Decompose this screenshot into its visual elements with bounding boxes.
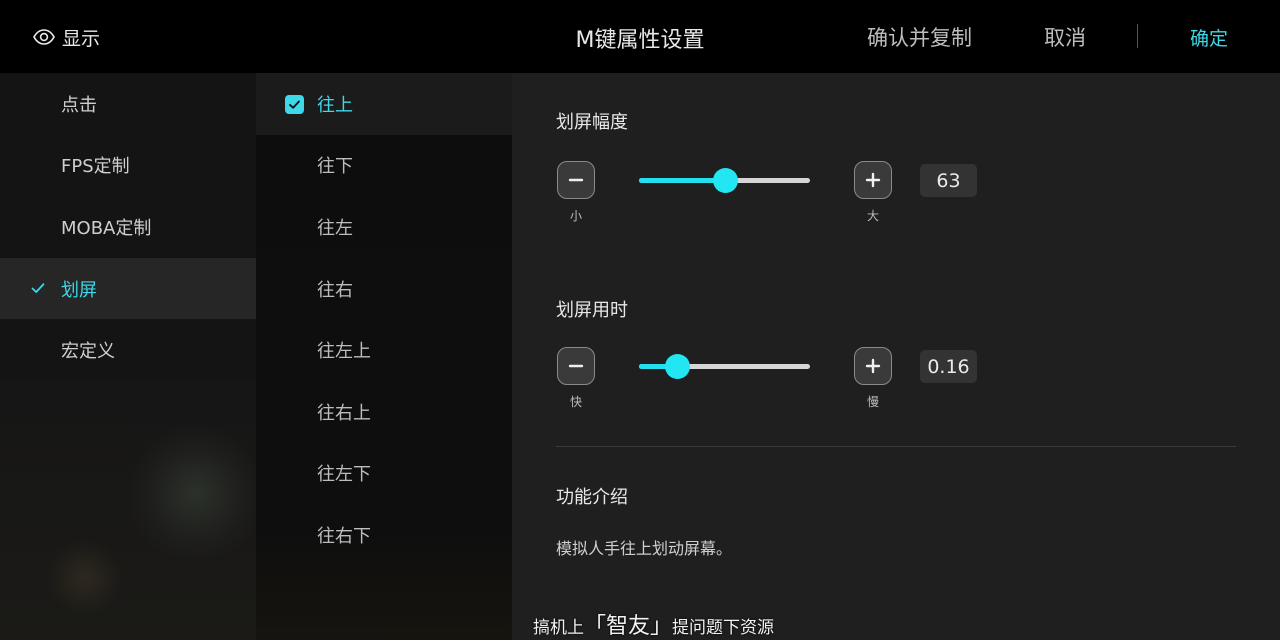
direction-item-down-left[interactable]: 往左下 — [256, 443, 512, 505]
category-item-swipe[interactable]: 划屏 — [0, 257, 256, 320]
intro-description: 模拟人手往上划动屏幕。 — [556, 539, 733, 558]
direction-label: 往右 — [317, 279, 353, 301]
top-bar: 显示 M键属性设置 确认并复制 取消 确定 — [0, 0, 1280, 73]
amplitude-min-caption: 小 — [569, 209, 582, 223]
show-toggle-button[interactable]: 显示 — [32, 22, 100, 52]
intro-heading: 功能介绍 — [556, 487, 628, 508]
watermark-suffix: 提问题下资源 — [672, 618, 775, 638]
plus-icon — [865, 172, 881, 188]
swipe-duration-label: 划屏用时 — [556, 300, 628, 321]
direction-item-up-right[interactable]: 往右上 — [256, 381, 512, 443]
category-label: 划屏 — [61, 279, 97, 301]
slider-fill — [639, 178, 725, 183]
category-label: 点击 — [61, 94, 97, 116]
checkbox-checked-icon — [285, 95, 304, 114]
minus-icon — [568, 364, 584, 368]
app-root: 显示 M键属性设置 确认并复制 取消 确定 点击 FPS定制 MOBA定制 划屏 — [0, 0, 1280, 640]
direction-label: 往右上 — [317, 402, 371, 424]
category-item-click[interactable]: 点击 — [0, 73, 256, 135]
duration-max-caption: 慢 — [866, 395, 879, 409]
direction-label: 往左 — [317, 217, 353, 239]
direction-item-down[interactable]: 往下 — [256, 135, 512, 197]
amplitude-value: 63 — [920, 164, 977, 197]
category-label: FPS定制 — [61, 156, 130, 178]
cancel-button[interactable]: 取消 — [1044, 22, 1086, 52]
category-label: 宏定义 — [61, 341, 115, 363]
slider-thumb[interactable] — [712, 168, 738, 193]
watermark-text: 搞机上「智友」提问题下资源 — [533, 608, 774, 640]
swipe-amplitude-label: 划屏幅度 — [556, 112, 628, 133]
duration-slider[interactable] — [639, 352, 810, 380]
category-item-fps[interactable]: FPS定制 — [0, 134, 256, 197]
confirm-and-copy-button[interactable]: 确认并复制 — [867, 22, 972, 52]
direction-label: 往左下 — [317, 464, 371, 486]
direction-item-left[interactable]: 往左 — [256, 196, 512, 258]
watermark-prefix: 搞机上 — [533, 618, 584, 638]
watermark-brand: 「智友」 — [584, 614, 673, 639]
category-label: MOBA定制 — [61, 217, 152, 239]
eye-icon — [33, 29, 55, 45]
direction-label: 往上 — [317, 94, 353, 116]
amplitude-increase-button[interactable] — [854, 161, 892, 199]
category-list-panel: 点击 FPS定制 MOBA定制 划屏 宏定义 — [0, 73, 256, 640]
direction-item-up-left[interactable]: 往左上 — [256, 319, 512, 381]
page-title: M键属性设置 — [575, 28, 705, 53]
direction-label: 往左上 — [317, 341, 371, 363]
direction-label: 往下 — [317, 156, 353, 178]
show-toggle-label: 显示 — [62, 27, 101, 50]
amplitude-slider[interactable] — [639, 166, 810, 194]
amplitude-decrease-button[interactable] — [557, 161, 595, 199]
direction-list-panel: 往上 往下 往左 往右 往左上 往右上 往左下 往右下 — [256, 73, 512, 640]
duration-decrease-button[interactable] — [557, 347, 595, 385]
direction-item-right[interactable]: 往右 — [256, 258, 512, 320]
ok-button[interactable]: 确定 — [1190, 24, 1228, 51]
checkmark-icon — [31, 283, 45, 293]
direction-item-down-right[interactable]: 往右下 — [256, 504, 512, 566]
category-item-macro[interactable]: 宏定义 — [0, 319, 256, 381]
duration-increase-button[interactable] — [854, 347, 892, 385]
category-list: 点击 FPS定制 MOBA定制 划屏 宏定义 — [0, 73, 256, 381]
slider-thumb[interactable] — [664, 354, 690, 379]
minus-icon — [568, 178, 584, 182]
section-divider — [556, 446, 1236, 447]
plus-icon — [865, 358, 881, 374]
duration-value: 0.16 — [920, 350, 977, 383]
duration-min-caption: 快 — [569, 395, 582, 409]
direction-item-up[interactable]: 往上 — [256, 73, 512, 135]
amplitude-max-caption: 大 — [866, 209, 879, 223]
direction-label: 往右下 — [317, 525, 371, 547]
category-item-moba[interactable]: MOBA定制 — [0, 196, 256, 258]
settings-panel: 划屏幅度 小 大 63 划屏用时 快 慢 0.16 功能介绍 模拟人手往上划动屏… — [512, 73, 1280, 640]
topbar-divider — [1137, 24, 1138, 48]
